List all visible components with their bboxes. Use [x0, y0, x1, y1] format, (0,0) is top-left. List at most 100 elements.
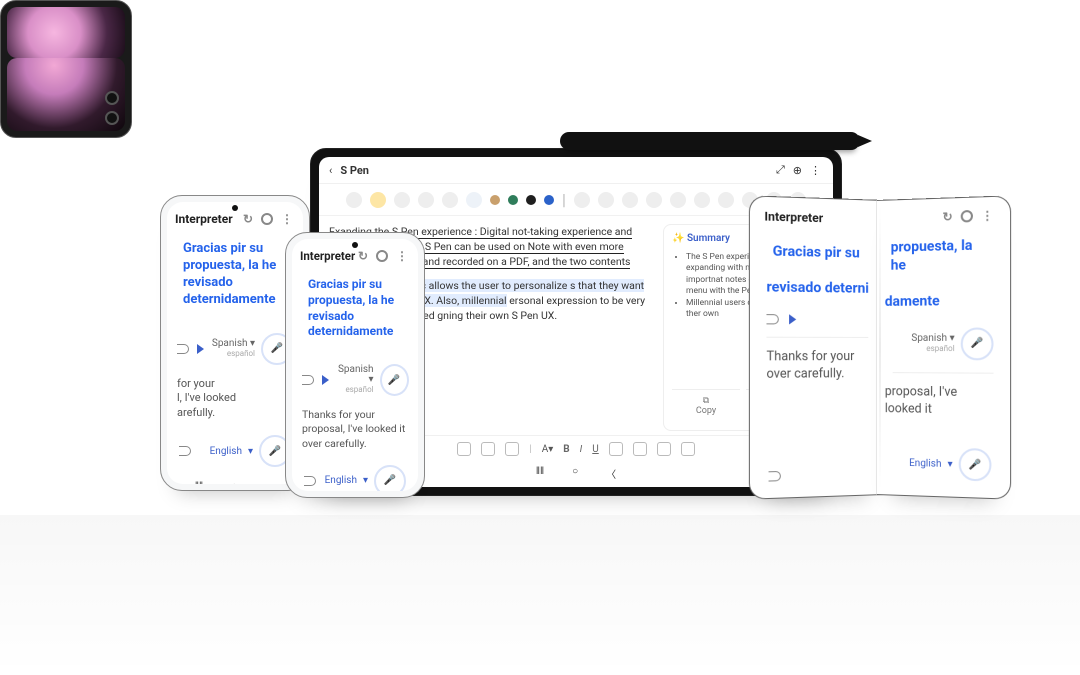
interpreter-target-toolbar: English ▾ 🎤 — [292, 459, 418, 491]
attach-icon[interactable] — [622, 192, 638, 208]
summary-copy-button[interactable]: ⧉Copy — [672, 389, 740, 422]
fill-icon[interactable] — [681, 442, 695, 456]
interpreter-target-toolbar: English ▾ 🎤 — [883, 440, 1004, 492]
source-language-native: español — [345, 385, 373, 394]
fold-left-pane: Interpreter Gracias pir su revisado dete… — [749, 195, 884, 499]
interpreter-target-toolbar — [756, 462, 878, 492]
source-language[interactable]: Spanish — [212, 338, 248, 349]
highlighter-icon[interactable] — [394, 192, 410, 208]
strike-icon[interactable] — [633, 442, 647, 456]
image-icon[interactable] — [670, 192, 686, 208]
target-language[interactable]: English — [325, 475, 357, 486]
target-language[interactable]: English — [210, 446, 242, 457]
numlist-icon[interactable] — [481, 442, 495, 456]
undo-icon[interactable] — [574, 192, 590, 208]
source-language[interactable]: Spanish — [911, 333, 947, 344]
nav-back-icon[interactable]: 〈 — [265, 481, 275, 484]
interpreter-source-toolbar: Spanish ▾ español 🎤 — [883, 321, 1004, 366]
stage: ‹ S Pen ⤢ ⊕ ⋮ | — [0, 0, 1080, 675]
color-dot-3[interactable] — [526, 195, 536, 205]
underline-icon[interactable]: U — [592, 444, 598, 455]
mic-button[interactable]: 🎤 — [380, 364, 409, 396]
bold-icon[interactable]: B — [563, 444, 569, 455]
interpreter-target-text: Thanks for your proposal, I've looked it… — [302, 408, 408, 451]
sound-icon[interactable] — [769, 471, 781, 482]
expand-icon[interactable]: ⤢ — [776, 163, 785, 177]
list-icon[interactable] — [457, 442, 471, 456]
font-indicator[interactable]: A▾ — [542, 444, 554, 455]
fold-right-pane: ↻ ⋮ propuesta, la he damente Spanish ▾ e… — [876, 195, 1011, 499]
source-language[interactable]: Spanish — [338, 364, 374, 375]
nav-recents-icon[interactable]: ‖‖ — [195, 481, 203, 484]
camera-lens — [105, 111, 119, 125]
settings-icon[interactable] — [376, 250, 388, 262]
checklist-icon[interactable] — [718, 192, 734, 208]
interpreter-source-text-part3: propuesta, la he — [885, 228, 994, 288]
interpreter-source-text-part1: Gracias pir su — [766, 234, 876, 275]
nav-home-icon[interactable]: ○ — [572, 466, 578, 481]
lasso-icon[interactable] — [442, 192, 458, 208]
summary-title: Summary — [687, 233, 730, 244]
cursor-icon[interactable] — [346, 192, 362, 208]
more-icon[interactable]: ⋮ — [281, 213, 295, 225]
play-icon[interactable] — [197, 344, 204, 354]
interpreter-source-text-part2: revisado deterni — [766, 280, 876, 298]
more-icon[interactable]: ⋮ — [810, 164, 823, 177]
interpreter-source-toolbar — [756, 308, 878, 331]
phone-navbar: ‖‖ ○ 〈 — [167, 477, 303, 484]
more-icon[interactable]: ⋮ — [396, 250, 410, 262]
mic-icon[interactable] — [646, 192, 662, 208]
mic-button[interactable]: 🎤 — [961, 327, 994, 360]
interpreter-source-text: Gracias pir su propuesta, la he revisado… — [302, 269, 408, 352]
history-icon[interactable]: ↻ — [243, 213, 253, 225]
sound-icon[interactable] — [304, 476, 316, 486]
nav-recents-icon[interactable]: ‖‖ — [536, 466, 544, 481]
settings-icon[interactable] — [961, 210, 973, 223]
color-dot-2[interactable] — [508, 195, 518, 205]
interpreter-target-text: for yourl, I've lookedarefully. — [177, 377, 293, 422]
sound-icon[interactable] — [177, 344, 189, 354]
history-icon[interactable]: ↻ — [358, 250, 368, 262]
mic-button[interactable]: 🎤 — [959, 448, 992, 482]
nav-home-icon[interactable]: ○ — [231, 481, 237, 484]
play-icon[interactable] — [322, 375, 329, 385]
mic-button[interactable]: 🎤 — [374, 465, 406, 491]
sound-icon[interactable] — [302, 375, 314, 385]
indent-icon[interactable] — [505, 442, 519, 456]
interpreter-target-text-part1: Thanks for your — [756, 338, 878, 366]
settings-icon[interactable] — [261, 213, 273, 225]
interpreter-source-text: Gracias pir su propuesta, la he revisado… — [177, 232, 293, 321]
align-icon[interactable] — [609, 442, 623, 456]
table-icon[interactable] — [694, 192, 710, 208]
eraser-icon[interactable] — [418, 192, 434, 208]
fold-crease — [880, 206, 881, 489]
target-language[interactable]: English — [909, 457, 941, 469]
pen-icon[interactable] — [370, 192, 386, 208]
source-language-native: español — [227, 349, 255, 358]
interpreter-title: Interpreter — [175, 212, 243, 226]
back-icon[interactable]: ‹ — [329, 164, 332, 177]
redo-icon[interactable] — [598, 192, 614, 208]
interpreter-source-text-part4: damente — [885, 292, 994, 309]
textcolor-icon[interactable] — [657, 442, 671, 456]
interpreter-source-toolbar: Spanish ▾ español 🎤 — [292, 358, 418, 400]
phone-2: Interpreter ↻ ⋮ Gracias pir su propuesta… — [285, 232, 425, 498]
sound-icon[interactable] — [179, 446, 191, 456]
sound-icon[interactable] — [766, 315, 778, 325]
camera-punch-hole — [232, 205, 238, 211]
color-dot-4[interactable] — [544, 195, 554, 205]
cloud-icon[interactable] — [466, 192, 482, 208]
interpreter-title: Interpreter — [764, 209, 870, 226]
nav-back-icon[interactable]: 〈 — [606, 466, 616, 481]
color-dot-1[interactable] — [490, 195, 500, 205]
play-icon[interactable] — [789, 315, 796, 325]
more-icon[interactable]: ⋮ — [981, 209, 995, 222]
interpreter-target-text-part2: over carefully. — [756, 366, 878, 382]
interpreter-header-right: ↻ ⋮ — [883, 203, 1004, 231]
italic-icon[interactable]: I — [580, 444, 583, 455]
new-icon[interactable]: ⊕ — [793, 164, 802, 177]
history-icon[interactable]: ↻ — [942, 211, 952, 224]
interpreter-title: Interpreter — [300, 249, 358, 263]
floor-reflection — [0, 515, 1080, 675]
source-language-native: español — [926, 344, 954, 353]
